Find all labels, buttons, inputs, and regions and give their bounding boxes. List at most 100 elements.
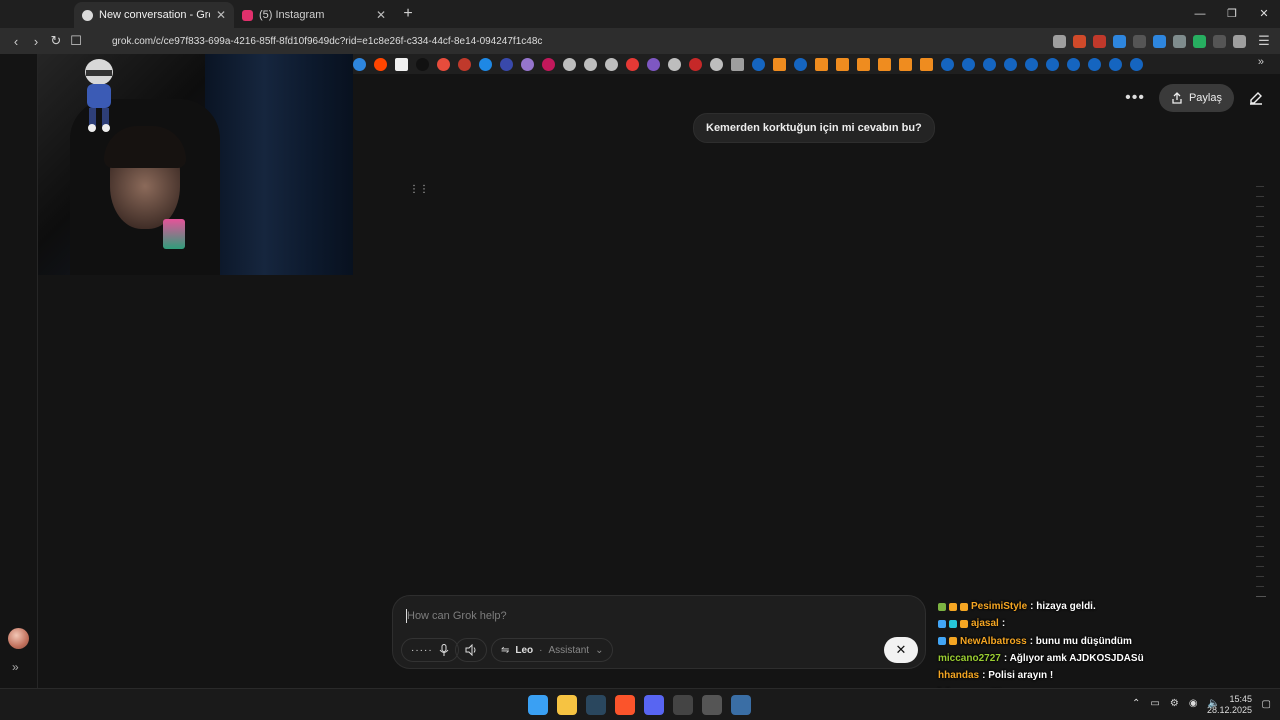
share-page-icon[interactable] [1073,34,1086,48]
bookmarks-overflow-icon[interactable]: » [1258,56,1264,68]
windows-start-icon[interactable] [528,695,548,715]
bookmark-icon[interactable] [647,57,660,71]
bookmark-icon[interactable] [374,57,387,71]
clock[interactable]: 15:45 28.12.2025 [1207,694,1252,716]
back-button[interactable]: ‹ [6,34,26,49]
puzzle-extensions-icon[interactable] [1213,34,1226,48]
clock-date: 28.12.2025 [1206,705,1252,715]
bookmark-icon[interactable] [941,57,954,71]
chat-message: hhandas : Polisi arayın ! [938,667,1258,684]
chevron-up-icon[interactable]: ⌃ [1132,698,1140,709]
obs-icon[interactable] [673,695,693,715]
minimize-button[interactable]: — [1184,0,1216,28]
bookmark-icon[interactable] [1109,57,1122,71]
minimap-tick [1256,206,1264,207]
bookmark-icon[interactable]: ☐ [66,33,86,49]
extension-icon[interactable] [1193,34,1206,48]
more-options-icon[interactable]: ••• [1125,89,1145,107]
attach-dots-icon[interactable]: ····· [411,645,433,656]
share-button[interactable]: Paylaş [1158,84,1234,112]
tab-close-icon[interactable]: ✕ [376,8,386,22]
bookmark-icon[interactable] [878,57,891,71]
battery-icon[interactable]: ▭ [1150,698,1159,709]
bookmark-icon[interactable] [668,57,681,71]
bookmark-icon[interactable] [1088,57,1101,71]
voice-mode-button[interactable] [455,638,487,662]
bookmark-icon[interactable] [521,57,534,71]
model-selector[interactable]: ⇋ Leo · Assistant ⌄ [491,638,614,662]
drag-handle-icon[interactable]: ⋮⋮ [409,184,429,195]
bookmark-icon[interactable] [710,57,723,71]
bookmark-icon[interactable] [626,57,639,71]
tab-instagram[interactable]: (5) Instagram ✕ [234,2,394,28]
bookmark-icon[interactable] [563,57,576,71]
bookmark-icon[interactable] [353,57,366,71]
bookmark-icon[interactable] [1004,57,1017,71]
new-chat-edit-icon[interactable] [1248,90,1264,106]
extension-icon[interactable] [1133,34,1146,48]
forward-button[interactable]: › [26,34,46,49]
notification-icon[interactable]: ▢ [1262,699,1271,710]
minimap-tick [1256,276,1264,277]
settings-icon[interactable]: ⚙ [1170,698,1179,709]
expand-sidebar-icon[interactable]: » [12,660,19,674]
bookmark-icon[interactable] [1046,57,1059,71]
bookmark-icon[interactable] [920,57,933,71]
bookmark-icon[interactable] [395,57,408,71]
steam-icon[interactable] [586,695,606,715]
bookmark-icon[interactable] [1130,57,1143,71]
bookmark-icon[interactable] [752,57,765,71]
extension-icon[interactable] [1153,34,1166,48]
bookmark-icon[interactable] [815,57,828,71]
bookmark-icon[interactable] [857,57,870,71]
clock-time: 15:45 [1229,694,1252,704]
sidebar-icon[interactable] [1233,34,1246,48]
bookmark-icon[interactable] [500,57,513,71]
bookmark-icon[interactable] [1025,57,1038,71]
microphone-icon[interactable] [439,644,449,656]
steam-tray-icon[interactable]: ◉ [1189,698,1198,709]
bookmark-icon[interactable] [983,57,996,71]
bookmark-icon[interactable] [899,57,912,71]
tab-grok[interactable]: New conversation - Grok ✕ [74,2,234,28]
bookmark-icon[interactable] [731,57,744,71]
restore-button[interactable]: ❐ [1216,0,1248,28]
bookmark-icon[interactable] [773,57,786,71]
bookmark-icon[interactable] [794,57,807,71]
close-window-button[interactable]: ✕ [1248,0,1280,28]
bookmark-icon[interactable] [458,57,471,71]
taskbar-apps [528,695,751,715]
tab-close-icon[interactable]: ✕ [216,8,226,22]
bookmark-icon[interactable] [479,57,492,71]
brave-icon[interactable] [615,695,635,715]
model-mode: Assistant [548,644,590,656]
bookmark-icon[interactable] [1067,57,1080,71]
extension-icon[interactable] [1173,34,1186,48]
network-app-icon[interactable] [731,695,751,715]
cast-icon[interactable] [1053,34,1066,48]
reload-button[interactable]: ↻ [46,33,66,49]
new-tab-button[interactable]: + [394,2,422,28]
bookmark-icon[interactable] [962,57,975,71]
bookmark-icon[interactable] [542,57,555,71]
stop-button[interactable]: ✕ [884,637,918,663]
bookmark-icon[interactable] [605,57,618,71]
url-field[interactable]: grok.com/c/ce97f833-699a-4216-85ff-8fd10… [86,36,1053,47]
menu-icon[interactable]: ☰ [1254,33,1274,49]
user-message-bubble: Kemerden korktuğun için mi cevabın bu? [693,113,935,143]
bookmark-icon[interactable] [584,57,597,71]
brave-shield-icon[interactable] [1093,34,1106,48]
bookmark-icon[interactable] [437,57,450,71]
left-sidebar-rail [0,54,38,688]
file-explorer-icon[interactable] [557,695,577,715]
bookmark-icon[interactable] [416,57,429,71]
discord-icon[interactable] [644,695,664,715]
conversation-minimap[interactable] [1256,186,1266,606]
extension-icon[interactable] [1113,34,1126,48]
bookmark-icon[interactable] [836,57,849,71]
bookmark-icon[interactable] [689,57,702,71]
app-icon[interactable] [702,695,722,715]
avatar[interactable] [8,628,29,649]
chat-text: : bunu mu düşündüm [1029,635,1132,647]
message-input[interactable]: How can Grok help? [407,610,507,622]
